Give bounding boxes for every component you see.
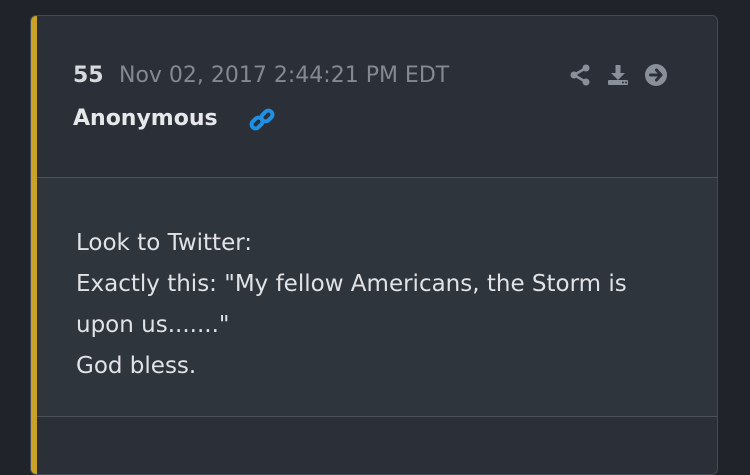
- message-line: Exactly this: "My fellow Americans, the …: [76, 271, 627, 297]
- arrow-right-circle-icon[interactable]: [643, 62, 669, 88]
- permalink-icon[interactable]: [247, 106, 277, 134]
- share-icon[interactable]: [567, 62, 593, 88]
- message-line: Look to Twitter:: [76, 230, 253, 256]
- download-icon[interactable]: [605, 62, 631, 88]
- post-header: 55 Nov 02, 2017 2:44:21 PM EDT Anonymous: [37, 16, 717, 178]
- post-number: 55: [73, 63, 104, 88]
- post-actions: [567, 61, 669, 89]
- message-line: upon us.......": [76, 312, 230, 338]
- post-card: 55 Nov 02, 2017 2:44:21 PM EDT Anonymous: [30, 15, 718, 475]
- post-body: Look to Twitter: Exactly this: "My fello…: [37, 178, 717, 417]
- message-line: God bless.: [76, 353, 197, 379]
- post-author: Anonymous: [73, 106, 218, 131]
- post-message: Look to Twitter: Exactly this: "My fello…: [76, 223, 686, 387]
- post-timestamp: Nov 02, 2017 2:44:21 PM EDT: [119, 63, 450, 88]
